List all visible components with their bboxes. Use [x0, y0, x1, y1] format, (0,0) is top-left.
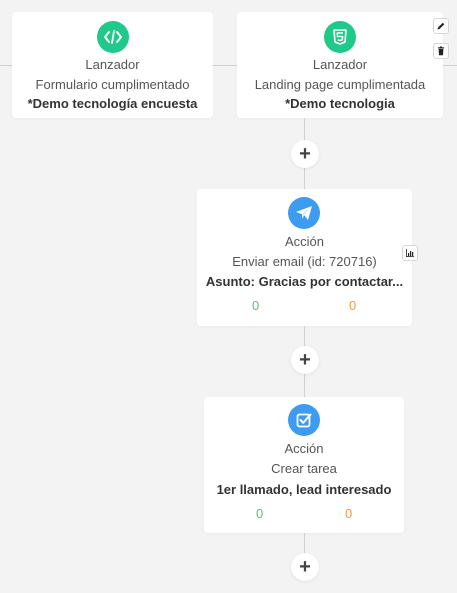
trigger-detail: *Demo tecnología encuesta: [27, 96, 198, 111]
action-type-label: Acción: [284, 234, 325, 249]
success-count: 0: [256, 506, 264, 521]
connector-left: [0, 65, 12, 66]
html5-icon: [324, 21, 356, 53]
trigger-type-label: Lanzador: [85, 57, 140, 72]
connector-plus-to-action2: [304, 374, 305, 397]
code-icon: [97, 21, 129, 53]
add-step-button[interactable]: +: [291, 140, 319, 168]
trigger-card-landing[interactable]: Lanzador Landing page cumplimentada *Dem…: [237, 12, 443, 118]
connector-between-triggers: [213, 65, 237, 66]
add-step-button[interactable]: +: [291, 553, 319, 581]
stats-chart-icon[interactable]: [402, 245, 418, 261]
trigger-subtitle: Landing page cumplimentada: [254, 77, 426, 92]
action-card-create-task[interactable]: Acción Crear tarea 1er llamado, lead int…: [204, 397, 404, 533]
trigger-card-form[interactable]: Lanzador Formulario cumplimentado *Demo …: [12, 12, 213, 118]
action-type-label: Acción: [284, 441, 324, 456]
checkbox-icon: [288, 404, 320, 436]
paper-plane-icon: [288, 197, 320, 229]
trigger-detail: *Demo tecnologia: [285, 96, 395, 111]
action-subtitle: Crear tarea: [271, 461, 337, 476]
edit-pencil-icon[interactable]: [433, 18, 449, 34]
trigger-type-label: Lanzador: [312, 57, 368, 72]
action-detail: Asunto: Gracias por contactar...: [205, 274, 404, 289]
connector-plus-to-action1: [304, 167, 305, 189]
connector-action2-to-plus: [304, 533, 305, 553]
success-count: 0: [252, 298, 260, 313]
action-detail: 1er llamado, lead interesado: [216, 482, 392, 497]
trigger-subtitle: Formulario cumplimentado: [35, 77, 190, 92]
add-step-button[interactable]: +: [291, 346, 319, 374]
connector-right: [443, 65, 457, 66]
connector-action1-to-plus: [304, 326, 305, 346]
connector-trigger-to-plus: [304, 118, 305, 141]
action-card-send-email[interactable]: Acción Enviar email (id: 720716) Asunto:…: [197, 189, 412, 326]
action-subtitle: Enviar email (id: 720716): [232, 254, 377, 269]
failure-count: 0: [349, 298, 357, 313]
trash-icon[interactable]: [433, 43, 449, 59]
failure-count: 0: [345, 506, 353, 521]
